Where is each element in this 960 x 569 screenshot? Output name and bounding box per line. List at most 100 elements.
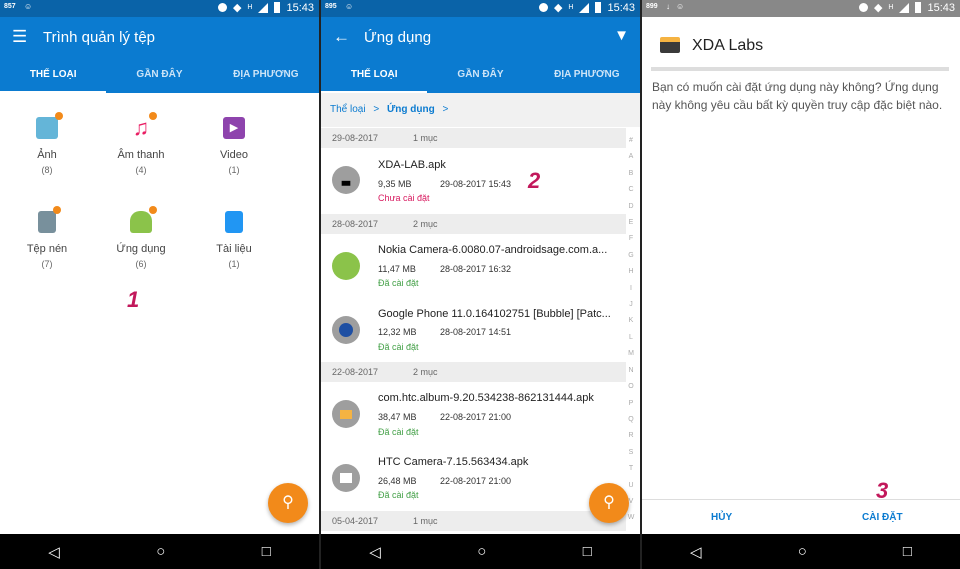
category-label: Video	[220, 149, 248, 161]
phone-icon	[332, 316, 360, 344]
tab-recent[interactable]: GẦN ĐÂY	[427, 59, 533, 93]
category-label: Ứng dụng	[116, 243, 166, 255]
app-file-size: 12,32 MB	[378, 327, 417, 337]
list-item[interactable]: HTC Camera-7.15.563434.apk 26,48 MB 22-0…	[321, 446, 626, 510]
group-date: 28-08-2017	[332, 219, 379, 229]
back-arrow-icon[interactable]: ←	[333, 27, 350, 47]
app-file-name: Google Phone 11.0.164102751 [Bubble] [Pa…	[378, 308, 611, 320]
list-item[interactable]: com.htc.album-9.20.534238-862131444.apk …	[321, 382, 626, 446]
recents-button[interactable]: □	[262, 543, 271, 560]
filter-icon[interactable]: ▼	[614, 27, 629, 44]
category-audio[interactable]: ♫ Âm thanh (4)	[94, 112, 188, 175]
category-count: (6)	[135, 259, 147, 269]
category-video[interactable]: ▶ Video (1)	[187, 117, 281, 175]
xda-basket-icon: ▃	[332, 166, 360, 194]
list-item[interactable]: Google Phone 11.0.164102751 [Bubble] [Pa…	[321, 298, 626, 362]
list-item[interactable]: Nokia Camera-6.0080.07-androidsage.com.a…	[321, 234, 626, 298]
navigation-bar: ◁ ○ □	[321, 534, 640, 569]
signal-icon	[899, 2, 910, 13]
category-label: Tệp nén	[26, 243, 68, 255]
status-bar: 895 ☺ ◆ H 15:43	[321, 0, 640, 17]
status-bar: 857 ☺ ◆ H 15:43	[0, 0, 319, 17]
back-button[interactable]: ◁	[369, 543, 381, 561]
tab-categories[interactable]: THỂ LOẠI	[321, 59, 428, 93]
camera-icon	[332, 464, 360, 492]
wifi-icon: ◆	[232, 2, 242, 14]
home-button[interactable]: ○	[798, 543, 807, 560]
network-type-text: H	[247, 4, 253, 11]
install-button[interactable]: CÀI ĐẶT	[862, 512, 903, 523]
cancel-button[interactable]: HỦY	[711, 512, 732, 523]
do-not-disturb-icon	[858, 3, 868, 12]
menu-icon[interactable]: ☰	[12, 27, 27, 47]
tab-categories[interactable]: THỂ LOẠI	[0, 59, 107, 93]
back-button[interactable]: ◁	[690, 543, 702, 561]
download-icon: ↓	[666, 2, 670, 11]
home-button[interactable]: ○	[156, 543, 165, 560]
app-file-size: 26,48 MB	[378, 476, 417, 486]
app-title: Trình quản lý tệp	[43, 29, 156, 46]
category-archives[interactable]: Tệp nén (7)	[0, 206, 94, 269]
install-status: Đã cài đặt	[378, 278, 419, 288]
file-manager-screen: 857 ☺ ◆ H 15:43 ☰ Trình quản lý tệp THỂ LOẠ…	[0, 0, 319, 569]
install-status: Đã cài đặt	[378, 490, 419, 500]
category-documents[interactable]: Tài liệu (1)	[187, 211, 281, 269]
network-type-text: H	[888, 4, 894, 11]
app-file-date: 28-08-2017 14:51	[440, 327, 512, 337]
date-group-header: 29-08-2017 1 mục	[321, 128, 626, 148]
wifi-icon: ◆	[873, 2, 883, 14]
do-not-disturb-icon	[217, 3, 227, 12]
android-icon	[332, 252, 360, 280]
tab-recent[interactable]: GẦN ĐÂY	[106, 59, 212, 93]
search-icon: ⚲	[282, 494, 294, 511]
battery-icon	[915, 2, 922, 13]
dialog-buttons: HỦY CÀI ĐẶT	[642, 499, 960, 534]
breadcrumb-categories[interactable]: Thể loại	[330, 104, 366, 115]
category-images[interactable]: Ảnh (8)	[0, 112, 94, 175]
app-bar: ☰ Trình quản lý tệp	[0, 17, 319, 59]
notification-icon: ☺	[345, 2, 354, 11]
search-icon: ⚲	[603, 494, 615, 511]
group-count: 2 mục	[413, 367, 438, 377]
album-icon	[332, 400, 360, 428]
app-file-name: HTC Camera-7.15.563434.apk	[378, 456, 529, 468]
home-button[interactable]: ○	[477, 543, 486, 560]
status-left-text: 857	[4, 3, 16, 10]
date-group-header: 22-08-2017 2 mục	[321, 362, 626, 382]
date-group-header: 05-04-2017 1 mục	[321, 511, 626, 531]
app-file-date: 22-08-2017 21:00	[440, 476, 512, 486]
signal-icon	[579, 2, 590, 13]
group-count: 1 mục	[413, 133, 438, 143]
back-button[interactable]: ◁	[48, 543, 60, 561]
image-icon	[36, 112, 63, 139]
app-file-size: 38,47 MB	[378, 412, 417, 422]
zip-icon	[38, 206, 61, 233]
search-button[interactable]: ⚲	[589, 483, 629, 523]
battery-icon	[595, 2, 602, 13]
breadcrumb-apps[interactable]: Ứng dụng	[387, 104, 435, 115]
recents-button[interactable]: □	[583, 543, 592, 560]
tab-local[interactable]: ĐỊA PHƯƠNG	[213, 59, 319, 93]
alphabet-index[interactable]: # A B C D E F G H I J K L M N O P Q R S T U V W	[627, 133, 635, 527]
navigation-bar: ◁ ○ □	[0, 534, 319, 569]
install-dialog: XDA Labs Bạn có muốn cài đặt ứng dụng nà…	[642, 17, 960, 534]
notification-icon: ☺	[24, 2, 33, 11]
category-count: (7)	[41, 259, 53, 269]
app-file-date: 22-08-2017 21:00	[440, 412, 512, 422]
search-button[interactable]: ⚲	[268, 483, 308, 523]
category-apps[interactable]: Ứng dụng (6)	[94, 206, 188, 269]
list-item[interactable]: ▃ XDA-LAB.apk 9,35 MB 29-08-2017 15:43 C…	[321, 148, 626, 214]
android-icon	[130, 206, 157, 233]
wifi-icon: ◆	[553, 2, 563, 14]
signal-icon	[258, 2, 269, 13]
recents-button[interactable]: □	[903, 543, 912, 560]
group-date: 05-04-2017	[332, 516, 379, 526]
breadcrumb-separator: >	[373, 104, 380, 115]
breadcrumb-separator: >	[442, 104, 449, 115]
group-count: 1 mục	[413, 516, 438, 526]
app-file-name: Nokia Camera-6.0080.07-androidsage.com.a…	[378, 244, 608, 256]
category-label: Ảnh	[37, 149, 57, 161]
install-status: Đã cài đặt	[378, 427, 419, 437]
music-icon: ♫	[130, 112, 157, 139]
tab-local[interactable]: ĐỊA PHƯƠNG	[534, 59, 640, 93]
